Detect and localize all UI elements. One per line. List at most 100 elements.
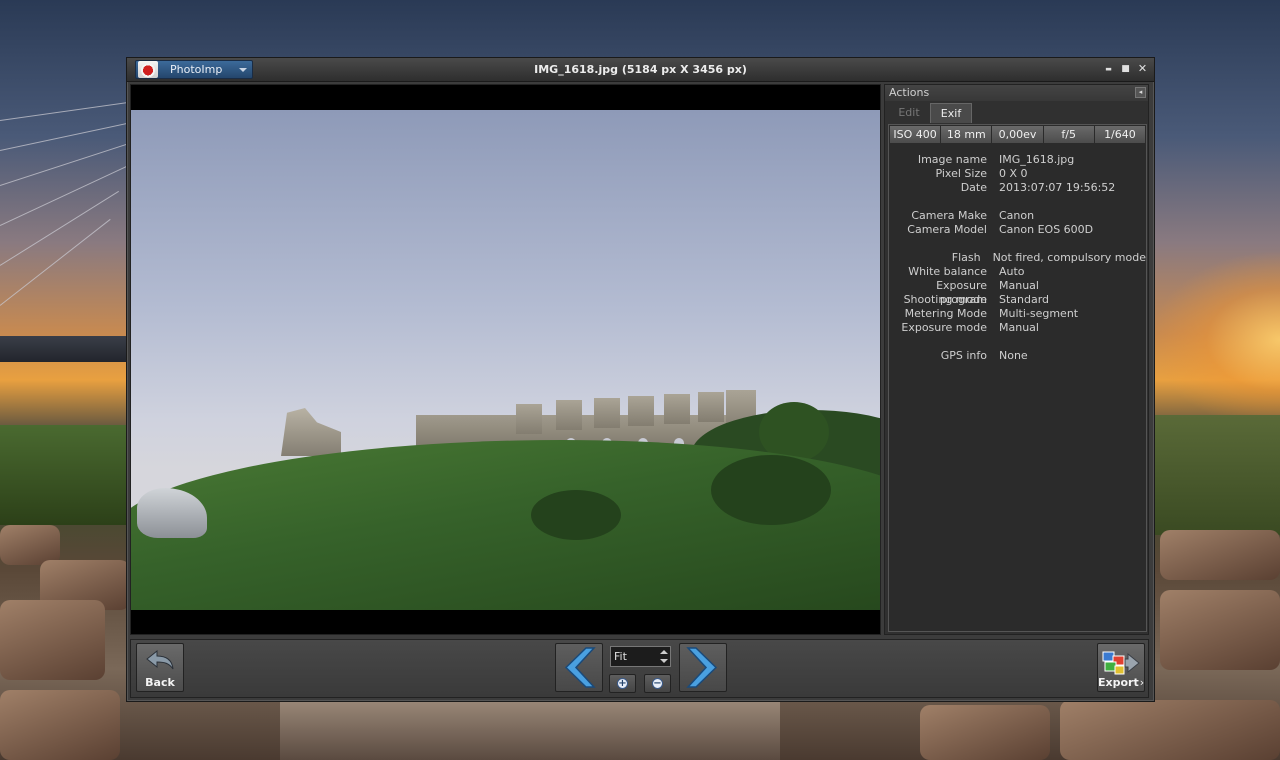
rock — [1160, 590, 1280, 670]
exif-key: Pixel Size — [935, 167, 987, 180]
bridge-cable — [0, 141, 134, 186]
exif-key: Metering Mode — [904, 307, 987, 320]
bush — [531, 490, 621, 540]
back-button[interactable]: Back — [136, 643, 184, 692]
minimize-button[interactable]: ▬ — [1103, 62, 1114, 76]
next-image-button[interactable] — [679, 643, 727, 692]
exif-row: Pixel Size 0 X 0 — [889, 167, 1146, 181]
photo-image — [131, 110, 880, 610]
exif-value: Manual — [999, 321, 1039, 334]
castle-ruin-left — [281, 408, 341, 456]
exif-spacer — [889, 335, 1146, 349]
zoom-level-select[interactable]: Fit — [610, 646, 671, 667]
window-controls: ▬ ■ ✕ — [1103, 62, 1148, 76]
exif-key: Camera Model — [907, 223, 987, 236]
exif-key: Exposure program — [936, 279, 987, 306]
export-caret: › — [1139, 676, 1145, 689]
exif-key: Date — [960, 181, 987, 194]
export-button[interactable]: Export› — [1097, 643, 1145, 692]
exif-row: Camera Model Canon EOS 600D — [889, 223, 1146, 237]
export-icon — [1102, 651, 1140, 675]
grass-left — [0, 425, 128, 525]
bridge-cable — [0, 218, 111, 306]
exif-value: 0 X 0 — [999, 167, 1028, 180]
bush — [711, 455, 831, 525]
exif-info-area: ISO 400 18 mm 0,00ev f/5 1/640 Image nam… — [888, 124, 1147, 632]
exif-key: Flash — [951, 251, 981, 264]
exif-value: Canon — [999, 209, 1035, 222]
shutter-speed-value: 1/640 — [1104, 128, 1136, 141]
rock — [0, 690, 120, 760]
bridge-deck — [0, 336, 128, 362]
collapse-panel-button[interactable]: ◂ — [1135, 87, 1146, 98]
exif-row: White balance Auto — [889, 265, 1146, 279]
iso-value: ISO 400 — [890, 126, 942, 143]
tab-edit[interactable]: Edit — [888, 103, 930, 123]
grass-right — [1154, 415, 1280, 535]
exif-row: Metering Mode Multi-segment — [889, 307, 1146, 321]
rock — [0, 600, 105, 680]
exif-value: Multi-segment — [999, 307, 1079, 320]
chevron-left-icon — [564, 647, 596, 688]
exif-spacer — [889, 237, 1146, 251]
rock — [0, 525, 60, 565]
bridge-cable — [0, 190, 119, 266]
exif-row: Shooting mode Standard — [889, 293, 1146, 307]
tab-exif[interactable]: Exif — [930, 103, 972, 123]
zoom-level-value: Fit — [614, 650, 627, 663]
rock — [1160, 530, 1280, 580]
exif-key: Camera Make — [911, 209, 987, 222]
zoom-in-button[interactable]: + — [609, 674, 636, 693]
zoom-in-icon: + — [617, 678, 628, 689]
bridge-cable — [0, 100, 139, 121]
exif-key: GPS info — [940, 349, 987, 362]
exif-row: Exposure program Manual — [889, 279, 1146, 306]
exif-key: Shooting mode — [903, 293, 987, 306]
exif-value: 2013:07:07 19:56:52 — [999, 181, 1116, 194]
exif-row: Image name IMG_1618.jpg — [889, 153, 1146, 167]
exif-row: Camera Make Canon — [889, 209, 1146, 223]
exif-value: Canon EOS 600D — [999, 223, 1094, 236]
rock — [1060, 700, 1280, 760]
exposure-bias-value: 0,00ev — [992, 126, 1044, 143]
zoom-out-button[interactable]: − — [644, 674, 671, 693]
actions-header: Actions ◂ — [885, 85, 1148, 101]
exif-row: GPS info None — [889, 349, 1146, 363]
window-title: IMG_1618.jpg (5184 px X 3456 px) — [534, 63, 747, 76]
sun-glow — [1150, 250, 1280, 430]
actions-panel: Actions ◂ Edit Exif ISO 400 18 mm 0,00ev… — [884, 84, 1149, 635]
zoom-out-icon: − — [652, 678, 663, 689]
exif-row: Exposure mode Manual — [889, 321, 1146, 335]
spin-arrows-icon[interactable] — [660, 650, 668, 663]
image-viewer[interactable] — [130, 84, 881, 635]
exif-key: Exposure mode — [901, 321, 987, 334]
exif-value: Standard — [999, 293, 1050, 306]
title-bar[interactable]: PhotoImp IMG_1618.jpg (5184 px X 3456 px… — [127, 58, 1154, 82]
previous-image-button[interactable] — [555, 643, 603, 692]
back-arrow-icon — [146, 649, 174, 670]
export-label: Export› — [1098, 676, 1145, 689]
exif-key: White balance — [908, 265, 987, 278]
close-button[interactable]: ✕ — [1137, 62, 1148, 76]
bottom-toolbar: Back Fit + − Export› — [130, 639, 1149, 698]
exif-value: Not fired, compulsory mode — [992, 251, 1146, 264]
exif-value: IMG_1618.jpg — [999, 153, 1075, 166]
exif-row: Flash Not fired, compulsory mode — [889, 251, 1146, 265]
actions-title: Actions — [889, 86, 930, 99]
water-reflection — [280, 700, 780, 760]
chevron-right-icon — [686, 647, 718, 688]
exif-value: None — [999, 349, 1028, 362]
exif-value: Manual — [999, 279, 1039, 292]
maximize-button[interactable]: ■ — [1120, 62, 1131, 76]
exif-key: Image name — [917, 153, 987, 166]
back-label: Back — [145, 676, 175, 689]
exif-spacer — [889, 195, 1146, 209]
exif-summary-bar: ISO 400 18 mm 0,00ev f/5 1/640 — [890, 126, 1145, 143]
actions-tabs: Edit Exif — [885, 103, 1148, 123]
exif-row: Date 2013:07:07 19:56:52 — [889, 181, 1146, 195]
focal-length-value: 18 mm — [941, 126, 993, 143]
exif-table: Image name IMG_1618.jpg Pixel Size 0 X 0 D… — [889, 153, 1146, 363]
rock — [920, 705, 1050, 760]
aperture-value: f/5 — [1044, 126, 1095, 143]
exif-value: Auto — [999, 265, 1025, 278]
